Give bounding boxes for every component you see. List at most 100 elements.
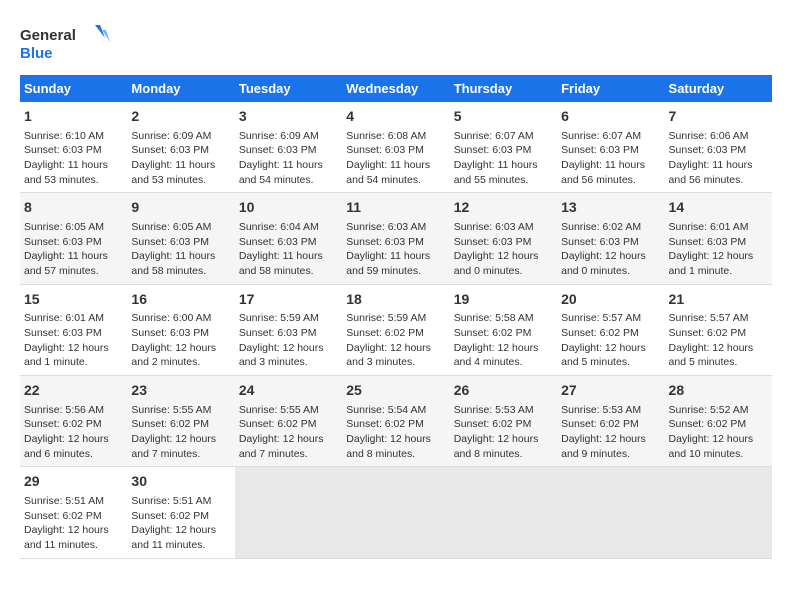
day-info: Daylight: 11 hours [669,158,768,173]
svg-text:General: General [20,27,76,44]
day-info: Daylight: 12 hours [669,432,768,447]
day-number: 17 [239,290,338,310]
day-number: 6 [561,107,660,127]
day-info: Sunset: 6:02 PM [24,417,123,432]
day-number: 22 [24,381,123,401]
day-info: Sunrise: 6:09 AM [239,129,338,144]
day-info: Sunset: 6:03 PM [131,326,230,341]
day-info: and 8 minutes. [454,447,553,462]
calendar-cell: 22Sunrise: 5:56 AMSunset: 6:02 PMDayligh… [20,376,127,467]
calendar-cell: 25Sunrise: 5:54 AMSunset: 6:02 PMDayligh… [342,376,449,467]
day-info: Sunrise: 6:02 AM [561,220,660,235]
day-info: Sunrise: 6:07 AM [454,129,553,144]
day-info: Sunrise: 6:07 AM [561,129,660,144]
calendar-cell [450,467,557,558]
day-number: 15 [24,290,123,310]
day-info: Sunrise: 6:01 AM [24,311,123,326]
day-info: Daylight: 12 hours [131,341,230,356]
header: General Blue [20,20,772,65]
day-info: Sunrise: 5:52 AM [669,403,768,418]
calendar-cell: 20Sunrise: 5:57 AMSunset: 6:02 PMDayligh… [557,284,664,375]
calendar-cell: 6Sunrise: 6:07 AMSunset: 6:03 PMDaylight… [557,102,664,193]
day-info: Daylight: 11 hours [131,249,230,264]
day-info: Sunset: 6:03 PM [669,235,768,250]
day-number: 21 [669,290,768,310]
calendar-cell: 16Sunrise: 6:00 AMSunset: 6:03 PMDayligh… [127,284,234,375]
day-info: Daylight: 11 hours [346,249,445,264]
day-info: and 1 minute. [669,264,768,279]
calendar-cell: 23Sunrise: 5:55 AMSunset: 6:02 PMDayligh… [127,376,234,467]
calendar-cell [557,467,664,558]
day-number: 14 [669,198,768,218]
day-info: Sunset: 6:02 PM [669,326,768,341]
day-number: 25 [346,381,445,401]
day-info: Sunset: 6:03 PM [561,235,660,250]
day-info: Sunrise: 5:56 AM [24,403,123,418]
day-header-tuesday: Tuesday [235,75,342,102]
day-number: 2 [131,107,230,127]
day-info: Sunrise: 5:55 AM [239,403,338,418]
calendar-cell: 26Sunrise: 5:53 AMSunset: 6:02 PMDayligh… [450,376,557,467]
day-info: Daylight: 12 hours [454,432,553,447]
day-header-thursday: Thursday [450,75,557,102]
day-info: and 59 minutes. [346,264,445,279]
day-info: Sunset: 6:02 PM [346,326,445,341]
calendar-table: SundayMondayTuesdayWednesdayThursdayFrid… [20,75,772,559]
day-info: Sunrise: 6:08 AM [346,129,445,144]
day-number: 12 [454,198,553,218]
logo-svg: General Blue [20,20,110,65]
day-info: Daylight: 12 hours [669,249,768,264]
day-header-saturday: Saturday [665,75,772,102]
day-info: Sunset: 6:03 PM [561,143,660,158]
day-info: Daylight: 12 hours [346,432,445,447]
calendar-cell: 12Sunrise: 6:03 AMSunset: 6:03 PMDayligh… [450,193,557,284]
week-row-1: 1Sunrise: 6:10 AMSunset: 6:03 PMDaylight… [20,102,772,193]
day-info: and 7 minutes. [131,447,230,462]
calendar-cell: 2 Sunrise: 6:09 AMSunset: 6:03 PMDaylight… [127,102,234,193]
day-info: and 53 minutes. [131,173,230,188]
calendar-cell: 15Sunrise: 6:01 AMSunset: 6:03 PMDayligh… [20,284,127,375]
day-info: and 1 minute. [24,355,123,370]
calendar-cell: 10Sunrise: 6:04 AMSunset: 6:03 PMDayligh… [235,193,342,284]
day-info: Sunrise: 6:00 AM [131,311,230,326]
day-info: and 11 minutes. [131,538,230,553]
day-info: Daylight: 12 hours [24,523,123,538]
calendar-cell: 24Sunrise: 5:55 AMSunset: 6:02 PMDayligh… [235,376,342,467]
day-info: Daylight: 12 hours [24,341,123,356]
day-info: Daylight: 12 hours [561,249,660,264]
day-info: Sunrise: 5:54 AM [346,403,445,418]
day-number: 9 [131,198,230,218]
day-info: Sunset: 6:03 PM [454,143,553,158]
day-header-sunday: Sunday [20,75,127,102]
day-info: Sunrise: 5:53 AM [561,403,660,418]
day-info: and 53 minutes. [24,173,123,188]
day-info: Sunset: 6:03 PM [24,143,123,158]
day-info: Sunrise: 6:09 AM [131,129,230,144]
calendar-cell: 27Sunrise: 5:53 AMSunset: 6:02 PMDayligh… [557,376,664,467]
calendar-cell [342,467,449,558]
day-info: Daylight: 11 hours [24,249,123,264]
day-info: Sunset: 6:02 PM [239,417,338,432]
day-info: Sunrise: 6:03 AM [346,220,445,235]
day-info: Sunset: 6:03 PM [24,235,123,250]
day-info: and 9 minutes. [561,447,660,462]
day-number: 13 [561,198,660,218]
day-info: Daylight: 11 hours [346,158,445,173]
day-info: Daylight: 11 hours [131,158,230,173]
calendar-cell: 9Sunrise: 6:05 AMSunset: 6:03 PMDaylight… [127,193,234,284]
day-info: Daylight: 12 hours [454,249,553,264]
day-info: Sunset: 6:03 PM [131,143,230,158]
day-info: Sunrise: 5:51 AM [24,494,123,509]
day-info: Daylight: 11 hours [454,158,553,173]
day-number: 29 [24,472,123,492]
day-number: 3 [239,107,338,127]
day-info: and 0 minutes. [561,264,660,279]
calendar-cell [665,467,772,558]
day-number: 4 [346,107,445,127]
day-info: Sunrise: 6:06 AM [669,129,768,144]
day-number: 20 [561,290,660,310]
day-info: Sunrise: 5:53 AM [454,403,553,418]
day-info: and 55 minutes. [454,173,553,188]
day-number: 10 [239,198,338,218]
day-info: and 56 minutes. [669,173,768,188]
